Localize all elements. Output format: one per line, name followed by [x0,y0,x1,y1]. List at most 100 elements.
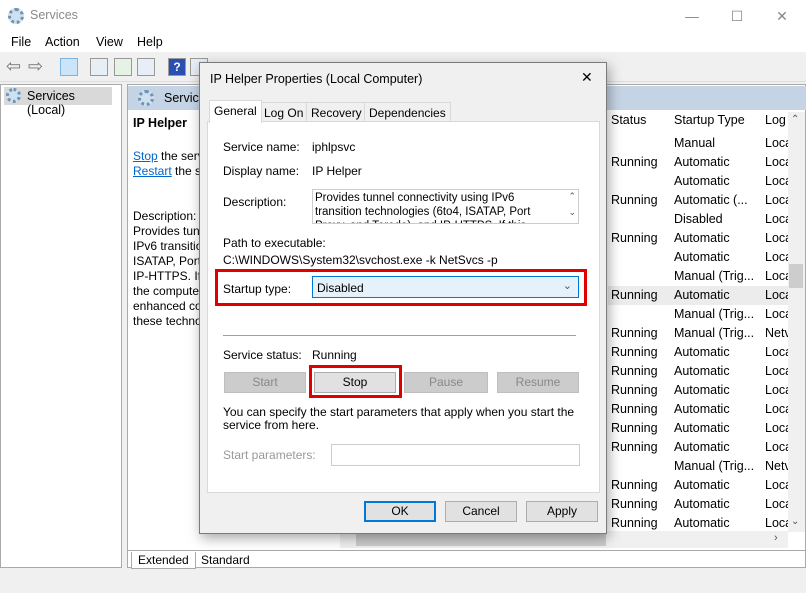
scroll-up-icon[interactable]: ⌃ [791,114,799,125]
general-panel: Service name: iphlpsvc Display name: IP … [207,121,600,493]
maximize-button[interactable]: ☐ [717,4,757,28]
tab-dependencies[interactable]: Dependencies [364,102,451,122]
ok-button[interactable]: OK [364,501,436,522]
stop-link[interactable]: Stop [133,149,158,163]
table-row[interactable]: Running Automatic Loca [608,438,792,457]
vertical-scroll-thumb[interactable] [789,264,803,288]
menu-bar: File Action View Help [0,32,806,52]
table-row[interactable]: Running Automatic Loca [608,400,792,419]
cell-startup: Automatic [674,345,730,359]
cell-startup: Automatic [674,421,730,435]
path-value: C:\WINDOWS\System32\svchost.exe -k NetSv… [223,253,498,267]
start-button[interactable]: Start [224,372,306,393]
tab-recovery[interactable]: Recovery [306,102,367,122]
table-row[interactable]: Automatic Loca [608,248,792,267]
cell-status: Running [611,345,658,359]
column-startup-type[interactable]: Startup Type [674,113,745,127]
cell-startup: Automatic [674,288,730,302]
title-bar: Services — ☐ ✕ [0,0,806,32]
menu-action[interactable]: Action [45,35,80,49]
chevron-down-icon: ⌄ [562,280,572,292]
table-row[interactable]: Disabled Loca [608,210,792,229]
restart-line: Restart the se [133,164,199,178]
window-title: Services [30,8,78,22]
show-hide-console-tree-icon[interactable] [60,58,78,76]
menu-file[interactable]: File [11,35,31,49]
cell-startup: Manual (Trig... [674,459,755,473]
table-row[interactable]: Running Automatic Loca [608,343,792,362]
cell-status: Running [611,364,658,378]
vertical-scrollbar[interactable]: ⌃ ⌄ [788,112,805,532]
properties-icon[interactable] [90,58,108,76]
stop-button[interactable]: Stop [314,372,396,393]
start-params-hint: You can specify the start parameters tha… [223,405,575,432]
tab-log-on[interactable]: Log On [259,102,309,122]
table-row[interactable]: Running Automatic (... Loca [608,191,792,210]
description-label: Description: [133,209,197,223]
start-params-input[interactable] [331,444,580,466]
table-row[interactable]: Running Manual (Trig... Netv [608,324,791,343]
cell-startup: Automatic [674,364,730,378]
cell-startup: Disabled [674,212,723,226]
cell-startup: Manual (Trig... [674,269,755,283]
cell-status: Running [611,402,658,416]
menu-view[interactable]: View [96,35,123,49]
path-label: Path to executable: [223,236,326,250]
start-params-label: Start parameters: [223,448,316,462]
scroll-down-icon[interactable]: ⌄ [791,516,799,527]
pause-button[interactable]: Pause [404,372,488,393]
cell-startup: Automatic [674,440,730,454]
services-gear-icon [138,90,154,106]
description-box[interactable]: Provides tunnel connectivity using IPv6 … [312,189,579,224]
cell-startup: Automatic [674,478,730,492]
cell-status: Running [611,421,658,435]
table-row[interactable]: Running Automatic Loca [608,419,792,438]
table-row[interactable]: Running Automatic Loca [608,495,792,514]
tree-item-services-local[interactable]: Services (Local) [4,87,112,117]
description-line: these techno [133,314,199,328]
table-row[interactable]: Running Automatic Loca [608,476,792,495]
dialog-title: IP Helper Properties (Local Computer) [210,72,423,86]
resume-button[interactable]: Resume [497,372,579,393]
view-tabs: Extended Standard [127,550,806,570]
refresh-icon[interactable] [114,58,132,76]
horizontal-scroll-thumb[interactable] [356,532,606,546]
table-row[interactable]: Manual Loca [608,134,792,153]
table-row[interactable]: Automatic Loca [608,172,792,191]
scroll-down-icon[interactable]: ⌄ [568,207,576,218]
cancel-button[interactable]: Cancel [445,501,517,522]
tab-standard[interactable]: Standard [197,552,254,568]
restart-link[interactable]: Restart [133,164,172,178]
export-list-icon[interactable] [137,58,155,76]
stop-text: the serv [161,149,199,163]
table-row[interactable]: Manual (Trig... Netv [608,457,791,476]
table-row[interactable]: Manual (Trig... Loca [608,305,792,324]
properties-dialog: IP Helper Properties (Local Computer) ✕ … [199,62,607,534]
apply-button[interactable]: Apply [526,501,598,522]
table-row[interactable]: Running Automatic Loca [608,229,792,248]
column-log-on-as[interactable]: Log [765,113,786,127]
table-row[interactable]: Running Automatic Loca [608,153,792,172]
cell-startup: Manual [674,136,715,150]
cell-status: Running [611,326,658,340]
table-row[interactable]: Manual (Trig... Loca [608,267,792,286]
close-button[interactable]: ✕ [762,4,802,28]
table-row[interactable]: Running Automatic Loca [608,381,792,400]
cell-status: Running [611,516,658,530]
services-gear-icon [8,8,24,24]
description-line: enhanced co [133,299,199,313]
column-status[interactable]: Status [611,113,646,127]
back-arrow-icon[interactable]: ⇦ [6,56,21,77]
menu-help[interactable]: Help [137,35,163,49]
tab-extended[interactable]: Extended [131,552,196,569]
dialog-close-button[interactable]: ✕ [581,69,593,86]
startup-type-select[interactable]: Disabled ⌄ [312,276,579,298]
table-row[interactable]: Running Automatic Loca [608,362,792,381]
table-row[interactable]: Running Automatic Loca [608,286,792,305]
tab-general[interactable]: General [209,100,262,123]
minimize-button[interactable]: — [672,4,712,28]
forward-arrow-icon[interactable]: ⇨ [28,56,43,77]
help-icon[interactable]: ? [168,58,186,76]
scroll-up-icon[interactable]: ⌃ [568,191,576,202]
scroll-right-icon[interactable]: › [774,532,778,544]
